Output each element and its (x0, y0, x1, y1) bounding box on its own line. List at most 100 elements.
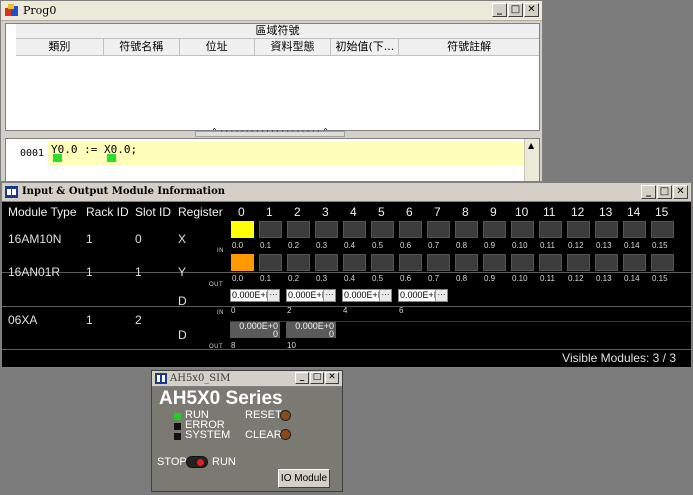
analog-in-0[interactable]: 0.000E+I ··· (230, 289, 280, 302)
row1-register: X (178, 232, 187, 246)
stop-run-switch[interactable] (186, 456, 208, 468)
editor-scrollbar[interactable]: ▲ (524, 139, 539, 181)
y-bit-label-7: 0.7 (428, 274, 440, 283)
visible-modules-status: Visible Modules: 3 / 3 (562, 351, 676, 365)
y-bit-label-6: 0.6 (400, 274, 412, 283)
close-button[interactable]: ✕ (524, 3, 539, 17)
analog-in-2[interactable]: 0.000E+I ··· (286, 289, 336, 302)
x-bit-15[interactable] (651, 221, 674, 238)
y-bit-12[interactable] (567, 254, 590, 271)
sim-minimize-button[interactable]: _ (295, 372, 309, 384)
y-bit-0[interactable] (231, 254, 254, 271)
y-bit-3[interactable] (315, 254, 338, 271)
run-switch-label: RUN (212, 456, 236, 468)
local-symbols-header: 區域符號 (16, 24, 539, 39)
io-title-bar[interactable]: Input & Output Module Information _ □ ✕ (2, 183, 691, 202)
y-bit-6[interactable] (399, 254, 422, 271)
analog-in-2-index: 2 (287, 306, 292, 315)
analog-in-6[interactable]: 0.000E+I ··· (398, 289, 448, 302)
x-bit-5[interactable] (371, 221, 394, 238)
x-bit-label-2: 0.2 (288, 241, 300, 250)
column-symbol-name[interactable]: 符號名稱 (104, 39, 180, 55)
local-symbols-table[interactable]: 區域符號 類別 符號名稱 位址 資料型態 初始值(下... 符號註解 (5, 23, 540, 131)
io-maximize-button[interactable]: □ (657, 185, 672, 199)
series-label: AH5X0 Series (159, 388, 283, 409)
x-bit-12[interactable] (567, 221, 590, 238)
system-led-label: SYSTEM (185, 429, 231, 441)
analog-in-0-edit-icon[interactable]: ··· (267, 290, 279, 301)
header-register: Register (178, 205, 223, 219)
x-bit-6[interactable] (399, 221, 422, 238)
clear-knob[interactable] (280, 429, 291, 440)
y-bit-14[interactable] (623, 254, 646, 271)
header-bit-3: 3 (322, 205, 329, 219)
x-bit-label-14: 0.14 (624, 241, 640, 250)
io-module-button[interactable]: IO Module (278, 469, 330, 488)
analog-in-4-edit-icon[interactable]: ··· (379, 290, 391, 301)
pane-splitter[interactable]: ⌃ · · · · · · · · · · · · · · · · · · · … (5, 127, 540, 137)
code-line[interactable]: Y0.0 := X0.0; (48, 141, 526, 165)
x-bit-label-1: 0.1 (260, 241, 272, 250)
minimize-button[interactable]: _ (492, 3, 507, 17)
x-bit-2[interactable] (287, 221, 310, 238)
x-bit-7[interactable] (427, 221, 450, 238)
y-bit-13[interactable] (595, 254, 618, 271)
x-bit-10[interactable] (511, 221, 534, 238)
analog-in-2-edit-icon[interactable]: ··· (323, 290, 335, 301)
x-bit-0[interactable] (231, 221, 254, 238)
header-bit-7: 7 (434, 205, 441, 219)
column-address[interactable]: 位址 (180, 39, 255, 55)
analog-out-8: 0.000E+0 0 (230, 322, 280, 338)
row2-rack-id: 1 (86, 265, 93, 279)
x-bit-label-15: 0.15 (652, 241, 668, 250)
header-bit-4: 4 (350, 205, 357, 219)
analog-in-4[interactable]: 0.000E+I ··· (342, 289, 392, 302)
x-bit-1[interactable] (259, 221, 282, 238)
io-close-button[interactable]: ✕ (673, 185, 688, 199)
x-bit-label-5: 0.5 (372, 241, 384, 250)
y-bit-11[interactable] (539, 254, 562, 271)
x-bit-label-8: 0.8 (456, 241, 468, 250)
io-minimize-button[interactable]: _ (641, 185, 656, 199)
row3-module-type: 06XA (8, 313, 38, 327)
y-bit-15[interactable] (651, 254, 674, 271)
maximize-button[interactable]: □ (508, 3, 523, 17)
column-category[interactable]: 類別 (16, 39, 104, 55)
io-window-icon (5, 186, 18, 198)
header-module-type: Module Type (8, 205, 77, 219)
y-bit-10[interactable] (511, 254, 534, 271)
y-bit-4[interactable] (343, 254, 366, 271)
column-data-type[interactable]: 資料型態 (255, 39, 332, 55)
breakpoint-marker-x (107, 154, 116, 162)
x-bit-8[interactable] (455, 221, 478, 238)
prog0-title-bar[interactable]: Prog0 _ □ ✕ (1, 1, 542, 21)
x-bit-4[interactable] (343, 221, 366, 238)
y-bit-7[interactable] (427, 254, 450, 271)
sim-title-bar[interactable]: AH5x0_SIM _ □ ✕ (152, 371, 342, 387)
y-bit-5[interactable] (371, 254, 394, 271)
header-bit-15: 15 (655, 205, 669, 219)
y-bit-1[interactable] (259, 254, 282, 271)
x-bit-9[interactable] (483, 221, 506, 238)
row2-register: Y (178, 265, 187, 279)
header-bit-6: 6 (406, 205, 413, 219)
y-bit-8[interactable] (455, 254, 478, 271)
y-bit-label-13: 0.13 (596, 274, 612, 283)
analog-in-6-edit-icon[interactable]: ··· (435, 290, 447, 301)
scroll-up-icon[interactable]: ▲ (528, 141, 534, 150)
x-bit-3[interactable] (315, 221, 338, 238)
analog-in-0-index: 0 (231, 306, 236, 315)
sim-maximize-button[interactable]: □ (310, 372, 324, 384)
y-bit-2[interactable] (287, 254, 310, 271)
column-initial-value[interactable]: 初始值(下... (331, 39, 400, 55)
row3-register-out: D (178, 328, 187, 342)
x-bit-14[interactable] (623, 221, 646, 238)
row1-slot-id: 0 (135, 232, 142, 246)
reset-knob[interactable] (280, 410, 291, 421)
x-bit-13[interactable] (595, 221, 618, 238)
code-editor[interactable]: 0001 Y0.0 := X0.0; ▲ (5, 138, 540, 182)
y-bit-9[interactable] (483, 254, 506, 271)
sim-close-button[interactable]: ✕ (325, 372, 339, 384)
column-symbol-comment[interactable]: 符號註解 (399, 39, 539, 55)
x-bit-11[interactable] (539, 221, 562, 238)
